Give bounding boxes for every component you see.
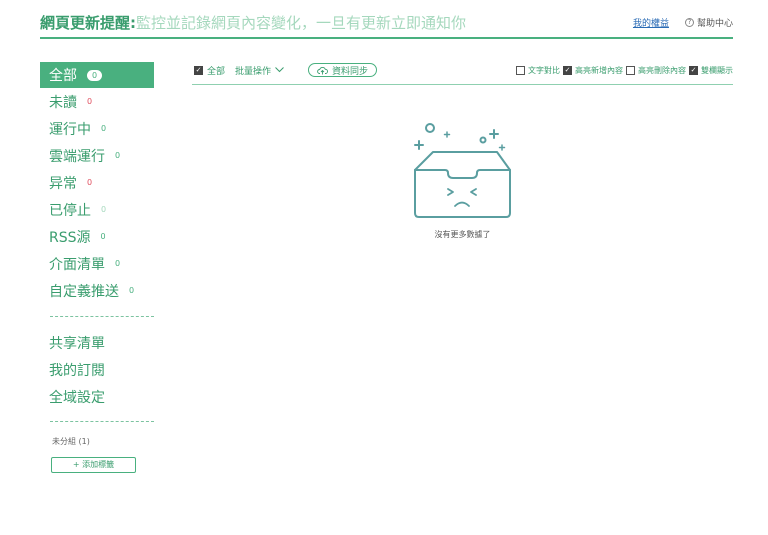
checkbox-checked-icon: ✓	[563, 65, 572, 75]
sidebar-item-shared-list[interactable]: 共享清單	[40, 329, 154, 356]
highlight-deleted-label: 高亮刪除內容	[638, 65, 686, 75]
help-center-link[interactable]: ? 幫助中心	[684, 16, 733, 29]
count-badge: 0	[87, 69, 103, 81]
sidebar: 全部 0 未讀 0 運行中 0 雲端運行 0 异常 0 已停止 0 RSS源 0…	[40, 62, 154, 473]
data-sync-label: 資料同步	[332, 66, 369, 77]
checkbox-unchecked-icon	[516, 65, 525, 75]
two-column-label: 雙欄顯示	[701, 65, 733, 75]
toolbar: ✓ 全部 批量操作 資料同步 文字對比 ✓ 高亮新增內容 高亮刪除內容 ✓ 雙欄…	[192, 62, 733, 84]
text-compare-label: 文字對比	[528, 65, 560, 75]
sidebar-item-label: 未讀	[49, 94, 77, 111]
sidebar-item-label: 自定義推送	[49, 283, 119, 300]
sidebar-item-interface-list[interactable]: 介面清單 0	[40, 250, 154, 277]
count-badge: 0	[129, 286, 135, 295]
sidebar-divider	[50, 421, 154, 422]
sidebar-item-custom-push[interactable]: 自定義推送 0	[40, 277, 154, 304]
toolbar-divider	[192, 84, 733, 85]
sidebar-item-error[interactable]: 异常 0	[40, 169, 154, 196]
count-badge: 0	[87, 97, 93, 106]
highlight-added-checkbox[interactable]: ✓ 高亮新增內容	[563, 65, 623, 76]
my-rights-link[interactable]: 我的權益	[633, 16, 669, 29]
text-compare-checkbox[interactable]: 文字對比	[516, 65, 560, 76]
ungrouped-item[interactable]: 未分組 (1)	[40, 433, 154, 451]
highlight-deleted-checkbox[interactable]: 高亮刪除內容	[626, 65, 686, 76]
help-center-label: 幫助中心	[696, 19, 733, 29]
sidebar-item-label: 异常	[49, 175, 77, 192]
sidebar-item-label: 已停止	[49, 202, 91, 219]
batch-actions-dropdown[interactable]: 批量操作	[235, 64, 284, 77]
header-divider	[40, 37, 733, 39]
chevron-down-icon	[275, 67, 284, 73]
checkbox-checked-icon: ✓	[689, 65, 698, 75]
sidebar-item-cloud-running[interactable]: 雲端運行 0	[40, 142, 154, 169]
sidebar-item-stopped[interactable]: 已停止 0	[40, 196, 154, 223]
page-title: 網頁更新提醒:監控並記錄網頁內容變化，一旦有更新立即通知你	[40, 12, 466, 33]
count-badge: 0	[115, 259, 121, 268]
title-strong: 網頁更新提醒:	[40, 14, 136, 32]
page-header: 網頁更新提醒:監控並記錄網頁內容變化，一旦有更新立即通知你 我的權益 ? 幫助中…	[40, 8, 733, 38]
add-tag-button[interactable]: + 添加標籤	[51, 457, 136, 473]
help-circle-icon: ?	[684, 18, 694, 27]
sidebar-item-label: 全域設定	[49, 389, 105, 406]
sidebar-item-label: 運行中	[49, 121, 91, 138]
sidebar-item-label: 全部	[49, 68, 77, 84]
sidebar-item-label: 共享清單	[49, 335, 105, 352]
sidebar-item-label: 介面清單	[49, 256, 105, 273]
sidebar-item-global-settings[interactable]: 全域設定	[40, 383, 154, 410]
empty-box-illustration	[414, 123, 511, 218]
checkbox-checked-icon: ✓	[194, 65, 203, 75]
batch-actions-label: 批量操作	[235, 66, 272, 77]
checkbox-unchecked-icon	[626, 65, 635, 75]
count-badge: 0	[100, 232, 106, 241]
sidebar-item-label: RSS源	[49, 229, 91, 246]
data-sync-button[interactable]: 資料同步	[308, 63, 378, 77]
sidebar-item-label: 我的訂閱	[49, 362, 105, 379]
sidebar-divider	[50, 316, 154, 317]
two-column-checkbox[interactable]: ✓ 雙欄顯示	[689, 65, 733, 76]
count-badge: 0	[115, 151, 121, 160]
select-all-label: 全部	[207, 66, 226, 77]
count-badge: 0	[101, 205, 107, 214]
sidebar-item-rss[interactable]: RSS源 0	[40, 223, 154, 250]
empty-state-message: 沒有更多數據了	[434, 230, 491, 239]
sidebar-item-all[interactable]: 全部 0	[40, 62, 154, 88]
sidebar-item-running[interactable]: 運行中 0	[40, 115, 154, 142]
highlight-added-label: 高亮新增內容	[575, 65, 623, 75]
count-badge: 0	[101, 124, 107, 133]
sidebar-item-my-subscriptions[interactable]: 我的訂閱	[40, 356, 154, 383]
header-links: 我的權益 ? 幫助中心	[633, 16, 733, 29]
title-subtitle: 監控並記錄網頁內容變化，一旦有更新立即通知你	[136, 14, 467, 32]
select-all-checkbox[interactable]: ✓ 全部	[194, 64, 225, 77]
cloud-sync-icon	[317, 66, 328, 74]
count-badge: 0	[87, 178, 93, 187]
sidebar-item-unread[interactable]: 未讀 0	[40, 88, 154, 115]
sidebar-item-label: 雲端運行	[49, 148, 105, 165]
